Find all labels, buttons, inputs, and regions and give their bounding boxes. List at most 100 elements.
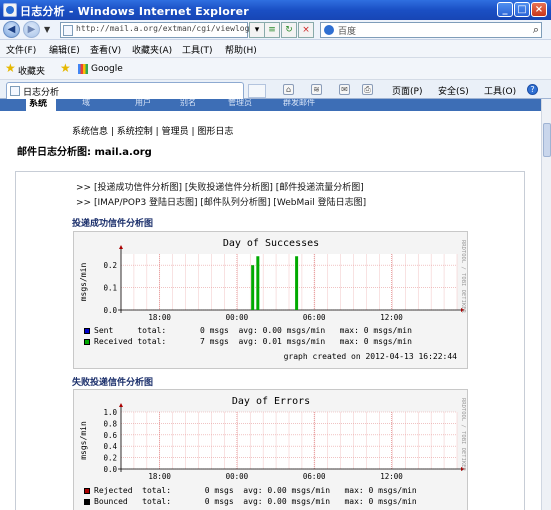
nav-domain[interactable]: 域 <box>82 99 90 107</box>
success-legend-received: Received total: 7 msgs avg: 0.01 msgs/mi… <box>84 337 412 346</box>
tools-menu[interactable]: 工具(O) <box>484 84 516 97</box>
menu-bar: 文件(F) 编辑(E) 查看(V) 收藏夹(A) 工具(T) 帮助(H) <box>0 40 551 58</box>
tab-page-icon <box>10 86 20 96</box>
chart-title: Day of Successes <box>223 238 319 249</box>
errors-legend-rejected: Rejected total: 0 msgs avg: 0.00 msgs/mi… <box>84 486 417 495</box>
x-tick-label: 00:00 <box>226 313 249 322</box>
graph-created-text: graph created on 2012-04-13 16:22:44 <box>283 352 457 361</box>
data-spike <box>295 256 299 310</box>
search-placeholder[interactable]: 百度 <box>338 24 356 37</box>
menu-favorites[interactable]: 收藏夹(A) <box>132 43 172 56</box>
active-tab[interactable]: 日志分析 <box>6 82 244 99</box>
x-tick-label: 18:00 <box>148 313 171 322</box>
link-failed-graph[interactable]: 失败投递信件分析图 <box>188 183 269 193</box>
link-imap-pop3-graph[interactable]: IMAP/POP3 登陆日志图 <box>97 198 194 208</box>
ie-icon <box>3 3 17 17</box>
menu-tools[interactable]: 工具(T) <box>182 43 213 56</box>
link-traffic-graph[interactable]: 邮件投递流量分析图 <box>279 183 360 193</box>
favorites-label[interactable]: 收藏夹 <box>18 64 45 77</box>
address-row: ◀ ▶ ▼ http://mail.a.org/extman/cgi/viewl… <box>0 20 551 40</box>
nav-users[interactable]: 用户 <box>135 99 151 107</box>
page-title: 邮件日志分析图: mail.a.org <box>17 147 152 158</box>
legend-text-received: Received total: 7 msgs avg: 0.01 msgs/mi… <box>94 337 412 346</box>
address-url[interactable]: http://mail.a.org/extman/cgi/viewlog.c <box>76 24 259 33</box>
help-icon[interactable]: ? <box>527 84 538 95</box>
errors-section-title: 失败投递信件分析图 <box>72 378 154 388</box>
sub-links: 系统信息 | 系统控制 | 管理员 | 图形日志 <box>72 127 234 137</box>
main-nav: 系统 域 用户 别名 管理员 群发邮件 <box>0 99 541 111</box>
legend-text-rejected: Rejected total: 0 msgs avg: 0.00 msgs/mi… <box>94 486 417 495</box>
y-tick-label: 0.0 <box>103 306 117 315</box>
compat-view-icon[interactable]: ≡ <box>264 22 280 38</box>
graph-links-row-1: >> [投递成功信件分析图] [失败投递信件分析图] [邮件投递流量分析图] <box>76 183 364 193</box>
refresh-icon[interactable]: ↻ <box>281 22 297 38</box>
success-chart-svg: Day of Successes 0.0 0.1 0.2 18:00 00:00 06:00… <box>79 238 466 322</box>
y-axis-arrow <box>119 403 123 407</box>
x-tick-label: 06:00 <box>303 472 326 481</box>
minimize-button[interactable]: _ <box>497 2 513 17</box>
legend-swatch-rejected <box>84 487 90 494</box>
address-dropdown-icon[interactable]: ▾ <box>249 22 265 38</box>
home-icon[interactable]: ⌂ <box>283 84 294 95</box>
favorites-star-icon[interactable]: ★ <box>5 62 16 74</box>
y-axis-label: msgs/min <box>79 421 88 460</box>
history-dropdown-icon[interactable]: ▼ <box>44 25 50 34</box>
page-content: 系统 域 用户 别名 管理员 群发邮件 系统信息 | 系统控制 | 管理员 | … <box>0 99 541 510</box>
legend-text-bounced: Bounced total: 0 msgs avg: 0.00 msgs/min… <box>94 497 417 506</box>
print-icon[interactable]: ⎙ <box>362 84 373 95</box>
feeds-icon[interactable]: ≋ <box>311 84 322 95</box>
mail-icon[interactable]: ✉ <box>339 84 350 95</box>
legend-swatch-received <box>84 338 90 345</box>
back-button[interactable]: ◀ <box>3 21 20 38</box>
link-system-control[interactable]: 系统控制 <box>117 127 153 137</box>
link-queue-graph[interactable]: 邮件队列分析图 <box>204 198 267 208</box>
y-axis-arrow <box>119 245 123 249</box>
nav-alias[interactable]: 别名 <box>180 99 196 107</box>
search-icon[interactable]: ⌕ <box>533 23 539 37</box>
page-menu[interactable]: 页面(P) <box>392 84 422 97</box>
search-box[interactable]: 百度 ⌕ <box>320 22 542 38</box>
y-tick-label: 0.4 <box>103 442 117 451</box>
nav-system[interactable]: 系统 <box>26 99 56 111</box>
menu-help[interactable]: 帮助(H) <box>225 43 257 56</box>
y-tick-label: 1.0 <box>103 408 117 417</box>
stop-icon[interactable]: × <box>298 22 314 38</box>
y-axis-label: msgs/min <box>79 263 88 302</box>
close-button[interactable]: × <box>531 2 547 17</box>
link-success-graph[interactable]: 投递成功信件分析图 <box>97 183 178 193</box>
add-favorite-icon[interactable]: ★ <box>60 62 71 74</box>
x-tick-label: 18:00 <box>148 472 171 481</box>
link-system-info[interactable]: 系统信息 <box>72 127 108 137</box>
menu-file[interactable]: 文件(F) <box>6 43 36 56</box>
y-tick-label: 0.8 <box>103 419 117 428</box>
address-bar[interactable]: http://mail.a.org/extman/cgi/viewlog.c <box>60 22 259 38</box>
x-tick-label: 12:00 <box>380 313 403 322</box>
chart-title: Day of Errors <box>232 396 310 407</box>
maximize-button[interactable]: □ <box>514 2 530 17</box>
y-tick-label: 0.6 <box>103 431 117 440</box>
errors-graph: Day of Errors 0.0 0.2 0.4 0.6 0.8 1.0 18:00 00:0… <box>73 389 468 510</box>
nav-bulk-mail[interactable]: 群发邮件 <box>283 99 315 107</box>
google-icon <box>78 64 88 74</box>
link-graph-logs[interactable]: 图形日志 <box>197 127 233 137</box>
page-icon <box>63 25 73 36</box>
legend-text-sent: Sent total: 0 msgs avg: 0.00 msgs/min ma… <box>94 326 412 335</box>
baidu-icon <box>324 25 334 35</box>
title-bar: 日志分析 - Windows Internet Explorer _ □ × <box>0 0 551 20</box>
safety-menu[interactable]: 安全(S) <box>438 84 469 97</box>
data-spike <box>251 265 255 310</box>
nav-admins[interactable]: 管理员 <box>228 99 252 107</box>
x-tick-label: 06:00 <box>303 313 326 322</box>
link-webmail-graph[interactable]: WebMail 登陆日志图 <box>277 198 363 208</box>
forward-button[interactable]: ▶ <box>23 21 40 38</box>
window-title: 日志分析 - Windows Internet Explorer <box>20 5 249 18</box>
link-admins[interactable]: 管理员 <box>162 127 189 137</box>
google-link[interactable]: Google <box>91 64 123 74</box>
vertical-scrollbar[interactable] <box>541 99 551 510</box>
menu-edit[interactable]: 编辑(E) <box>49 43 80 56</box>
x-tick-label: 00:00 <box>226 472 249 481</box>
scrollbar-thumb[interactable] <box>543 123 551 157</box>
legend-swatch-bounced <box>84 498 90 505</box>
new-tab-button[interactable] <box>248 84 266 98</box>
menu-view[interactable]: 查看(V) <box>90 43 121 56</box>
